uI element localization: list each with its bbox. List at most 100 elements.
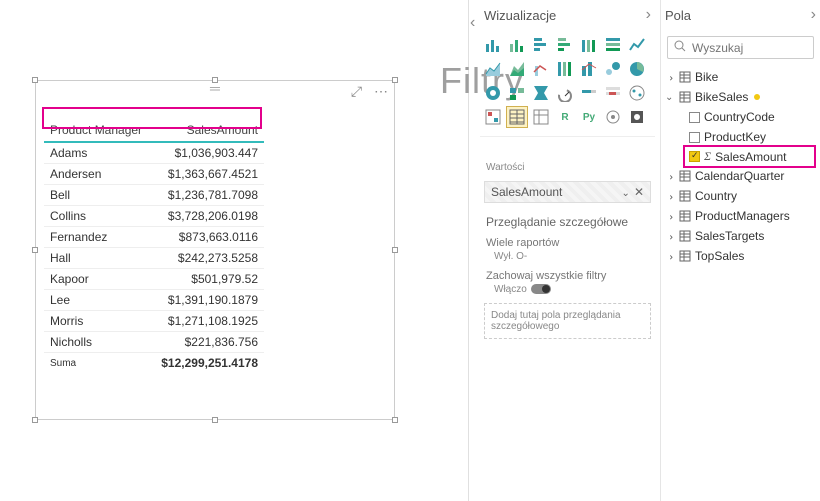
viz-type-icon[interactable] [530,34,552,56]
resize-handle[interactable] [212,77,218,83]
table-visual[interactable]: ═ ⤢ ⋯ Product Manager SalesAmount Adams$… [35,80,395,420]
viz-type-icon[interactable]: Py [578,106,600,128]
collapse-viz-icon[interactable]: › [646,6,651,24]
viz-type-icon[interactable]: R [554,106,576,128]
resize-handle[interactable] [212,417,218,423]
fields-tree: ⌄Bike⌄BikeSalesCountryCodeProductKeyΣSal… [661,67,820,266]
table-row[interactable]: Bell$1,236,781.7098 [44,185,264,206]
viz-type-icon[interactable] [578,58,600,80]
drag-grip-icon[interactable]: ═ [36,81,394,95]
table-row[interactable]: Fernandez$873,663.0116 [44,227,264,248]
table-node[interactable]: ⌄CalendarQuarter [661,166,820,186]
col-header-manager[interactable]: Product Manager [44,119,152,142]
viz-type-icon[interactable] [578,82,600,104]
viz-type-icon[interactable] [482,58,504,80]
field-checkbox[interactable] [689,132,700,143]
fields-pane: Pola › ⌄Bike⌄BikeSalesCountryCodeProduct… [660,0,820,501]
cross-report-state: Wył. O- [494,251,527,262]
more-options-icon[interactable]: ⋯ [374,83,388,99]
visualizations-pane: Wizualizacje › RPy Wartości SalesAmount … [480,0,655,501]
table-row[interactable]: Adams$1,036,903.447 [44,142,264,164]
table-row[interactable]: Collins$3,728,206.0198 [44,206,264,227]
values-well[interactable]: SalesAmount ⌄✕ [484,181,651,203]
viz-type-icon[interactable] [506,58,528,80]
table-node[interactable]: ⌄TopSales [661,246,820,266]
viz-type-icon[interactable] [602,82,624,104]
viz-type-icon[interactable] [506,106,528,128]
resize-handle[interactable] [392,417,398,423]
viz-type-icon[interactable] [554,82,576,104]
table-icon [679,71,691,83]
viz-type-icon[interactable] [482,82,504,104]
well-dropdown-icon[interactable]: ⌄ [622,188,630,199]
viz-type-icon[interactable] [602,106,624,128]
viz-type-icon[interactable] [602,34,624,56]
keep-filters-label: Zachowaj wszystkie filtry [480,266,655,284]
wells-label: Wartości [480,162,655,179]
fields-title: Pola [665,8,691,23]
cross-report-label: Wiele raportów [480,233,655,251]
table-row[interactable]: Andersen$1,363,667.4521 [44,164,264,185]
table-node[interactable]: ⌄ProductManagers [661,206,820,226]
field-node[interactable]: CountryCode [661,107,820,127]
table-icon [679,91,691,103]
resize-handle[interactable] [32,417,38,423]
table-icon [679,190,691,202]
viz-type-icon[interactable] [554,58,576,80]
table-row[interactable]: Kapoor$501,979.52 [44,269,264,290]
viz-type-icon[interactable] [554,34,576,56]
collapse-fields-icon[interactable]: › [811,6,816,24]
fields-search[interactable] [667,36,814,59]
table-total-row: Suma$12,299,251.4178 [44,353,264,374]
focus-mode-icon[interactable]: ⤢ [351,83,362,99]
resize-handle[interactable] [392,77,398,83]
viz-type-icon[interactable] [626,106,648,128]
field-checkbox[interactable] [689,151,700,162]
table-node[interactable]: ⌄BikeSales [661,87,820,107]
search-input[interactable] [692,41,792,55]
table-node[interactable]: ⌄Bike [661,67,820,87]
table-icon [679,210,691,222]
viz-type-icon[interactable] [530,58,552,80]
table-icon [679,250,691,262]
viz-type-icon[interactable] [626,34,648,56]
viz-type-icon[interactable] [530,106,552,128]
table-icon [679,170,691,182]
drillthrough-drop-area[interactable]: Dodaj tutaj pola przeglądania szczegółow… [484,303,651,339]
resize-handle[interactable] [32,247,38,253]
viz-type-icon[interactable] [626,58,648,80]
table-row[interactable]: Nicholls$221,836.756 [44,332,264,353]
well-remove-icon[interactable]: ✕ [634,185,644,199]
viz-type-icon[interactable] [530,82,552,104]
viz-type-icon[interactable] [506,34,528,56]
keep-filters-state: Włączo [494,284,527,295]
resize-handle[interactable] [392,247,398,253]
pane-divider [468,0,469,501]
search-icon [674,40,686,55]
field-checkbox[interactable] [689,112,700,123]
viz-type-icon[interactable] [482,106,504,128]
viz-type-icon[interactable] [482,34,504,56]
viz-type-icon[interactable] [602,58,624,80]
table-row[interactable]: Morris$1,271,108.1925 [44,311,264,332]
viz-type-icon[interactable] [626,82,648,104]
collapse-filters-icon[interactable]: ‹ [470,14,475,32]
resize-handle[interactable] [32,77,38,83]
table-row[interactable]: Lee$1,391,190.1879 [44,290,264,311]
viz-type-icon[interactable] [506,82,528,104]
data-table: Product Manager SalesAmount Adams$1,036,… [44,119,264,373]
format-tabs [480,136,655,162]
table-node[interactable]: ⌄Country [661,186,820,206]
viz-type-icon[interactable] [578,34,600,56]
field-node[interactable]: ProductKey [661,127,820,147]
sigma-icon: Σ [704,149,711,164]
keep-filters-toggle[interactable] [531,284,551,294]
report-canvas[interactable]: ═ ⤢ ⋯ Product Manager SalesAmount Adams$… [0,0,440,501]
active-indicator [754,94,760,100]
visualizations-title: Wizualizacje [484,8,556,23]
table-row[interactable]: Hall$242,273.5258 [44,248,264,269]
visualization-picker: RPy [480,32,655,130]
col-header-amount[interactable]: SalesAmount [152,119,264,142]
field-node[interactable]: ΣSalesAmount [683,145,816,168]
table-node[interactable]: ⌄SalesTargets [661,226,820,246]
